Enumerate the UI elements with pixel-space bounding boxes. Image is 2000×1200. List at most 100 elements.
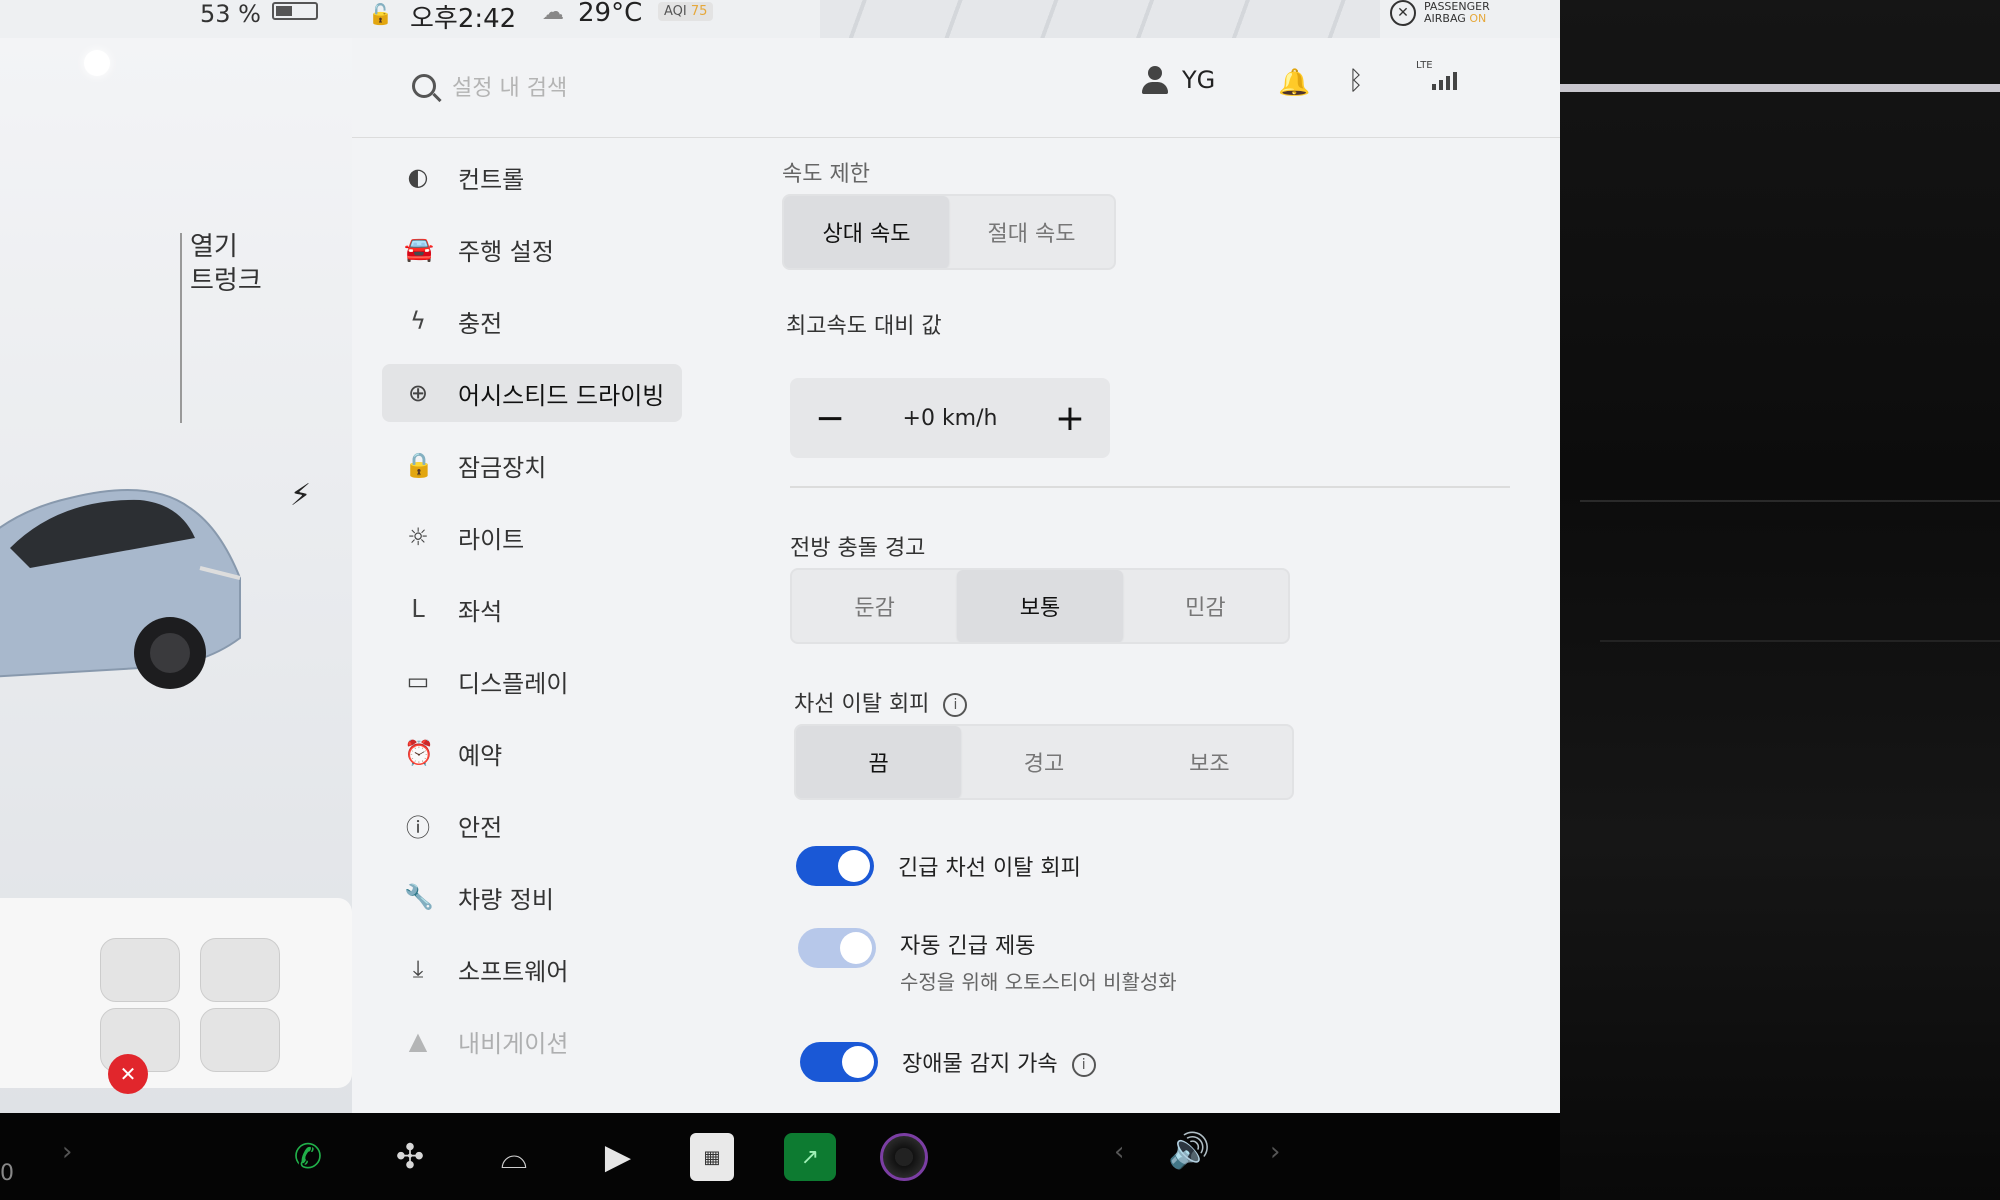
obstacle-accel-label: 장애물 감지 가속 bbox=[902, 1052, 1058, 1077]
trunk-pointer-line bbox=[180, 233, 182, 423]
decrease-button[interactable]: − bbox=[810, 398, 850, 439]
chevron-right-icon[interactable]: › bbox=[62, 1137, 72, 1167]
emergency-lane-toggle[interactable] bbox=[796, 846, 874, 886]
menu-item-label: 라이트 bbox=[458, 525, 525, 554]
seat-occupancy-map bbox=[0, 898, 352, 1088]
lane-departure-option-off[interactable]: 끔 bbox=[796, 726, 962, 798]
chevron-right-icon[interactable]: › bbox=[1270, 1137, 1280, 1167]
settings-topbar: YG 🔔 ᛒ LTE bbox=[352, 38, 1560, 138]
clock: 오후2:42 bbox=[410, 4, 517, 34]
user-icon bbox=[1142, 66, 1168, 94]
seat-rear-left bbox=[200, 938, 280, 1002]
airbag-icon: ✕ bbox=[1390, 0, 1416, 26]
weather-icon: ☁ bbox=[542, 0, 564, 25]
lane-departure-option-warning[interactable]: 경고 bbox=[961, 726, 1126, 798]
wiper-icon[interactable]: ⌓ bbox=[488, 1133, 540, 1181]
menu-item-label: 어시스티드 드라이빙 bbox=[458, 381, 665, 410]
car-icon: 🚘 bbox=[404, 235, 434, 263]
trunk-label: 트렁크 bbox=[190, 266, 262, 296]
menu-item-driving[interactable]: 🚘 주행 설정 bbox=[382, 220, 682, 278]
menu-item-label: 잠금장치 bbox=[458, 453, 547, 482]
media-player-icon[interactable]: ▶ bbox=[592, 1133, 644, 1181]
menu-item-charging[interactable]: ϟ 충전 bbox=[382, 292, 682, 350]
forward-collision-label: 전방 충돌 경고 bbox=[790, 536, 926, 561]
user-name: YG bbox=[1182, 66, 1216, 94]
info-icon[interactable]: i bbox=[1071, 1053, 1096, 1077]
speed-limit-option-absolute[interactable]: 절대 속도 bbox=[949, 196, 1114, 268]
trunk-action: 열기 bbox=[190, 232, 238, 262]
lane-departure-option-assist[interactable]: 보조 bbox=[1127, 726, 1292, 798]
lane-departure-label: 차선 이탈 회피 i bbox=[794, 686, 968, 718]
bell-icon[interactable]: 🔔 bbox=[1278, 68, 1310, 98]
stocks-icon[interactable]: ↗ bbox=[784, 1133, 836, 1181]
speed-limit-label: 속도 제한 bbox=[782, 162, 870, 187]
volume-icon[interactable]: 🔊 bbox=[1168, 1131, 1210, 1171]
chevron-left-icon[interactable]: ‹ bbox=[1114, 1137, 1124, 1167]
lane-departure-selector: 끔 경고 보조 bbox=[794, 724, 1294, 800]
menu-item-label: 충전 bbox=[458, 309, 503, 338]
menu-item-schedule[interactable]: ⏰ 예약 bbox=[382, 724, 682, 782]
menu-item-label: 컨트롤 bbox=[458, 165, 525, 194]
temperature-control[interactable]: 0 bbox=[0, 1161, 14, 1186]
lock-icon: 🔒 bbox=[404, 451, 434, 479]
phone-icon[interactable]: ✆ bbox=[282, 1133, 334, 1181]
menu-item-display[interactable]: ▭ 디스플레이 bbox=[382, 652, 682, 710]
speed-limit-option-relative[interactable]: 상대 속도 bbox=[784, 196, 949, 268]
speed-limit-selector: 상대 속도 절대 속도 bbox=[782, 194, 1116, 270]
menu-item-lights[interactable]: ☼ 라이트 bbox=[382, 508, 682, 566]
apps-icon[interactable]: ▦ bbox=[690, 1133, 734, 1181]
menu-item-label: 소프트웨어 bbox=[458, 957, 569, 986]
menu-item-label: 안전 bbox=[458, 813, 503, 842]
user-profile-button[interactable]: YG bbox=[1142, 66, 1215, 94]
download-icon: ⤓ bbox=[412, 955, 424, 983]
signal-icon bbox=[1432, 72, 1457, 90]
charge-port-icon[interactable]: ⚡ bbox=[290, 478, 311, 513]
car-dashboard-background bbox=[1560, 0, 2000, 1200]
menu-item-service[interactable]: 🔧 차량 정비 bbox=[382, 868, 682, 926]
offset-label: 최고속도 대비 값 bbox=[786, 314, 942, 339]
bluetooth-icon[interactable]: ᛒ bbox=[1348, 66, 1364, 96]
lightning-icon: ϟ bbox=[410, 307, 426, 335]
temperature: 29°C bbox=[578, 0, 643, 28]
info-icon[interactable]: i bbox=[943, 693, 968, 717]
menu-item-locks[interactable]: 🔒 잠금장치 bbox=[382, 436, 682, 494]
alarm-icon: ⏰ bbox=[404, 739, 434, 767]
forward-collision-option-early[interactable]: 민감 bbox=[1123, 570, 1288, 642]
menu-item-safety[interactable]: ⓘ 안전 bbox=[382, 796, 682, 854]
menu-item-controls[interactable]: ◐ 컨트롤 bbox=[382, 148, 682, 206]
navigation-icon: ▲ bbox=[408, 1027, 428, 1055]
emergency-lane-label: 긴급 차선 이탈 회피 bbox=[898, 856, 1081, 881]
lock-status-icon[interactable]: 🔓 bbox=[368, 2, 393, 26]
menu-item-assisted-driving[interactable]: ⊕ 어시스티드 드라이빙 bbox=[382, 364, 682, 422]
car-model-image[interactable] bbox=[0, 438, 260, 698]
forward-collision-option-late[interactable]: 둔감 bbox=[792, 570, 957, 642]
safety-icon: ⓘ bbox=[406, 813, 430, 842]
map-preview[interactable] bbox=[820, 0, 1380, 38]
aqi-label: AQI bbox=[664, 4, 687, 19]
settings-search-input[interactable] bbox=[452, 68, 812, 108]
fan-icon[interactable]: ✣ bbox=[384, 1133, 436, 1181]
section-divider bbox=[790, 486, 1510, 488]
obstacle-accel-label-row: 장애물 감지 가속 i bbox=[902, 1046, 1096, 1078]
trunk-open-button[interactable]: 열기 트렁크 bbox=[190, 230, 262, 298]
menu-item-label: 내비게이션 bbox=[458, 1029, 569, 1058]
menu-item-software[interactable]: ⤓ 소프트웨어 bbox=[382, 940, 682, 998]
settings-panel: YG 🔔 ᛒ LTE ◐ 컨트롤 🚘 주행 설정 ϟ 충전 bbox=[352, 38, 1560, 1113]
menu-item-seats[interactable]: ᒪ 좌석 bbox=[382, 580, 682, 638]
airbag-text: PASSENGER AIRBAG ON bbox=[1424, 1, 1490, 25]
menu-item-navigation[interactable]: ▲ 내비게이션 bbox=[382, 1012, 682, 1070]
auto-emergency-brake-label: 자동 긴급 제동 bbox=[900, 934, 1036, 959]
camera-icon[interactable] bbox=[880, 1133, 928, 1181]
seat-driver bbox=[100, 938, 180, 1002]
lte-label: LTE bbox=[1416, 60, 1433, 71]
passenger-airbag-indicator: ✕ PASSENGER AIRBAG ON bbox=[1390, 0, 1490, 26]
forward-collision-option-medium[interactable]: 보통 bbox=[957, 570, 1123, 642]
menu-item-label: 예약 bbox=[458, 741, 503, 770]
dashboard-seam bbox=[1600, 640, 2000, 642]
dashboard-seam bbox=[1580, 500, 2000, 502]
seatbelt-warning-icon: ✕ bbox=[108, 1054, 148, 1094]
search-icon[interactable] bbox=[412, 74, 436, 98]
increase-button[interactable]: + bbox=[1050, 398, 1090, 439]
menu-item-label: 주행 설정 bbox=[458, 237, 554, 266]
obstacle-accel-toggle[interactable] bbox=[800, 1042, 878, 1082]
